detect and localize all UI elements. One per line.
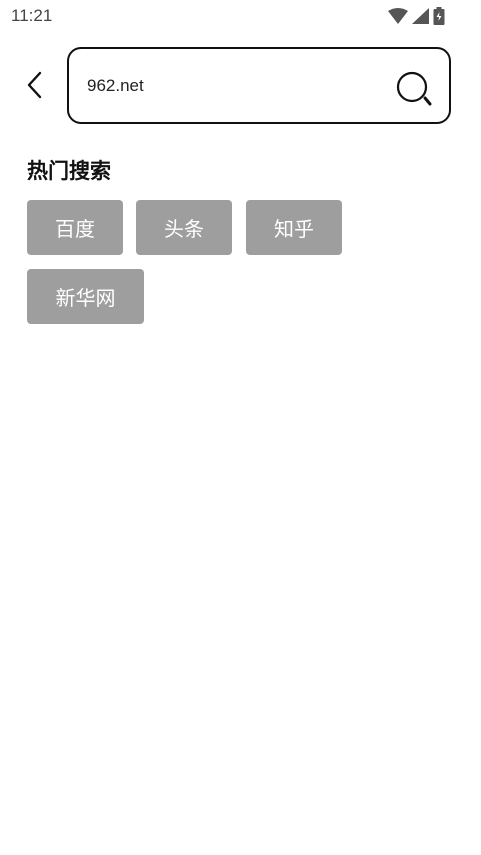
status-time: 11:21 — [11, 6, 53, 25]
hot-search-tag-zhihu[interactable]: 知乎 — [246, 200, 342, 255]
search-box — [67, 47, 451, 124]
battery-icon — [433, 7, 445, 25]
hot-search-tag-baidu[interactable]: 百度 — [27, 200, 123, 255]
hot-search-tag-toutiao[interactable]: 头条 — [136, 200, 232, 255]
hot-search-tag-xinhua[interactable]: 新华网 — [27, 269, 144, 324]
search-input[interactable] — [87, 73, 387, 99]
hot-search-title: 热门搜索 — [27, 159, 111, 183]
back-button[interactable] — [18, 68, 52, 106]
search-icon[interactable] — [395, 69, 435, 109]
cellular-signal-icon — [412, 8, 429, 24]
status-bar: 11:21 — [0, 0, 481, 34]
status-icons — [388, 7, 445, 25]
chevron-left-icon — [25, 70, 45, 104]
wifi-icon — [388, 8, 408, 24]
